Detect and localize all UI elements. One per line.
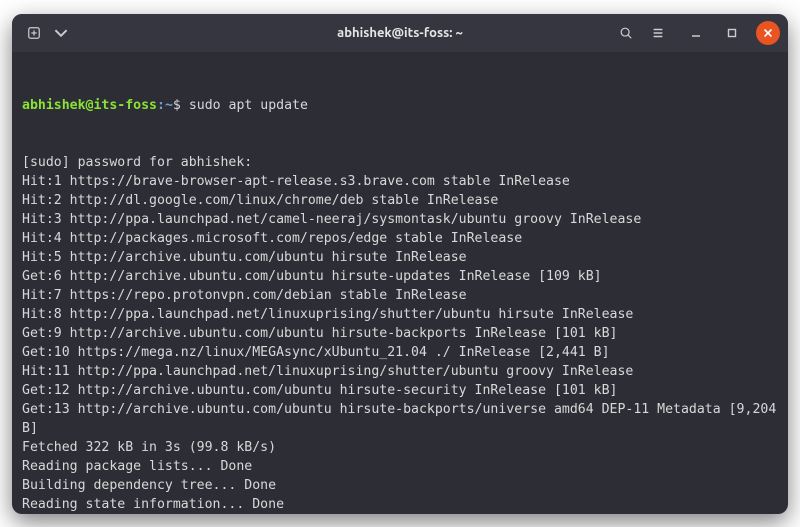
prompt-colon: : [157, 98, 165, 113]
search-icon [619, 26, 633, 40]
prompt-symbol: $ [173, 98, 181, 113]
output-line: Hit:5 http://archive.ubuntu.com/ubuntu h… [22, 248, 778, 267]
minimize-button[interactable] [684, 21, 708, 45]
terminal-window: abhishek@its-foss: ~ [12, 14, 788, 514]
output-line: Reading package lists... Done [22, 457, 778, 476]
maximize-button[interactable] [720, 21, 744, 45]
output-line: Hit:7 https://repo.protonvpn.com/debian … [22, 286, 778, 305]
command-text: sudo apt update [189, 98, 308, 113]
close-button[interactable] [756, 21, 780, 45]
chevron-down-icon [54, 26, 68, 40]
new-tab-button[interactable] [20, 19, 48, 47]
output-line: Hit:1 https://brave-browser-apt-release.… [22, 172, 778, 191]
terminal-viewport[interactable]: abhishek@its-foss:~$ sudo apt update [su… [12, 52, 788, 514]
output-line: [sudo] password for abhishek: [22, 153, 778, 172]
terminal-output: [sudo] password for abhishek:Hit:1 https… [22, 153, 778, 514]
prompt-host: its-foss [93, 98, 157, 113]
title-bar: abhishek@its-foss: ~ [12, 14, 788, 52]
close-icon [763, 28, 773, 38]
new-tab-icon [27, 26, 41, 40]
output-line: Hit:4 http://packages.microsoft.com/repo… [22, 229, 778, 248]
output-line: Hit:3 http://ppa.launchpad.net/camel-nee… [22, 210, 778, 229]
output-line: Get:10 https://mega.nz/linux/MEGAsync/xU… [22, 343, 778, 362]
prompt-line: abhishek@its-foss:~$ sudo apt update [22, 96, 778, 115]
output-line: Fetched 322 kB in 3s (99.8 kB/s) [22, 438, 778, 457]
output-line: Get:13 http://archive.ubuntu.com/ubuntu … [22, 400, 778, 438]
new-tab-menu-button[interactable] [52, 19, 70, 47]
search-button[interactable] [612, 19, 640, 47]
menu-button[interactable] [644, 19, 672, 47]
output-line: Get:6 http://archive.ubuntu.com/ubuntu h… [22, 267, 778, 286]
output-line: Building dependency tree... Done [22, 476, 778, 495]
hamburger-menu-icon [651, 26, 665, 40]
output-line: Get:9 http://archive.ubuntu.com/ubuntu h… [22, 324, 778, 343]
output-line: Hit:8 http://ppa.launchpad.net/linuxupri… [22, 305, 778, 324]
output-line: Hit:11 http://ppa.launchpad.net/linuxupr… [22, 362, 778, 381]
minimize-icon [691, 28, 701, 38]
output-line: Get:12 http://archive.ubuntu.com/ubuntu … [22, 381, 778, 400]
prompt-path: ~ [165, 98, 173, 113]
output-line: Hit:2 http://dl.google.com/linux/chrome/… [22, 191, 778, 210]
prompt-user: abhishek [22, 98, 86, 113]
output-line: Reading state information... Done [22, 495, 778, 514]
maximize-icon [727, 28, 737, 38]
